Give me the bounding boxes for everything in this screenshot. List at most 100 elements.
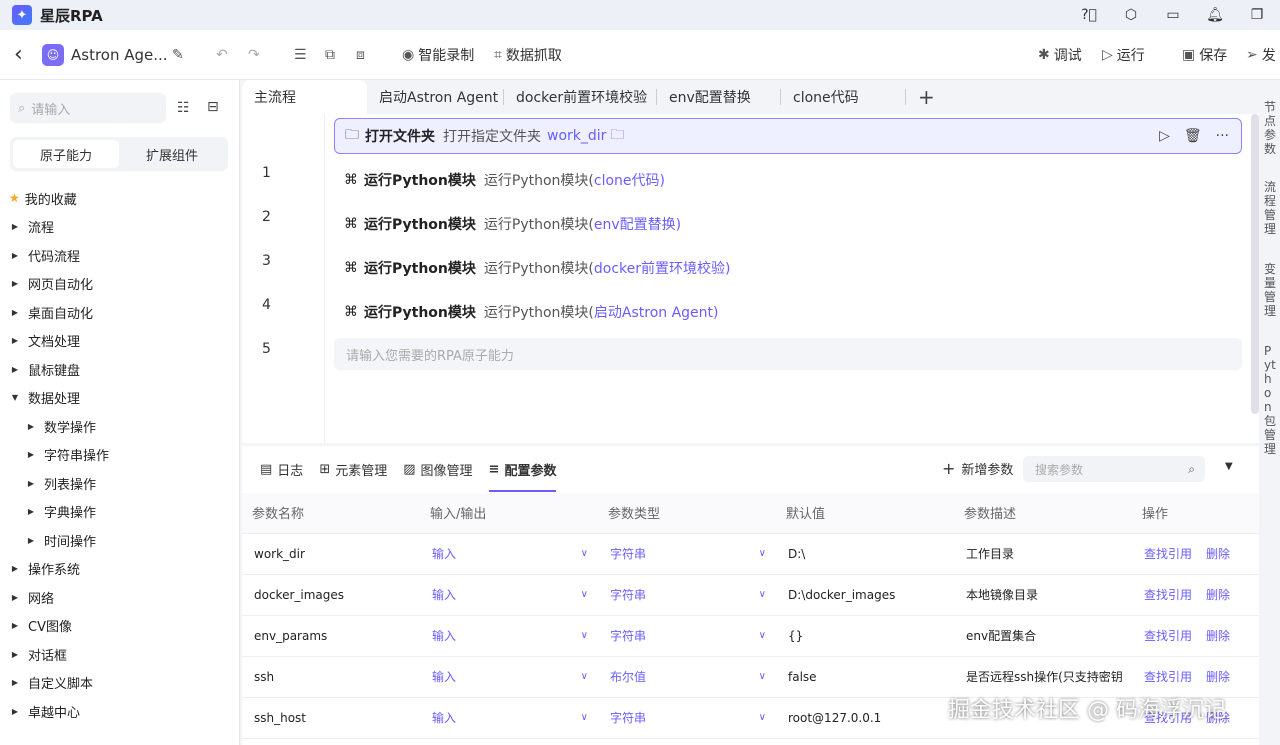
add-tab-button[interactable]: + bbox=[906, 80, 947, 114]
add-param-button[interactable]: + 新增参数 bbox=[942, 459, 1013, 478]
monitor-icon[interactable]: ▭ bbox=[1164, 7, 1182, 23]
run-step-icon[interactable]: ▷ bbox=[1159, 128, 1170, 144]
default-value[interactable]: D:\docker_images bbox=[776, 574, 954, 616]
flow-step[interactable]: ⌘ 运行Python模块 运行Python模块(clone代码) bbox=[334, 162, 1242, 198]
tree-item[interactable]: ▶ 文档处理 bbox=[0, 327, 240, 356]
delete-link[interactable]: 删除 bbox=[1206, 629, 1230, 643]
more-icon[interactable]: ··· bbox=[1216, 128, 1229, 144]
rail-python-packages[interactable]: Python包管理 bbox=[1264, 344, 1278, 456]
collapse-sidebar-icon[interactable]: ⊟ bbox=[207, 99, 219, 115]
find-ref-link[interactable]: 查找引用 bbox=[1144, 588, 1192, 602]
step-param-link[interactable]: docker前置环境校验 bbox=[594, 261, 725, 277]
io-select[interactable]: 输入 ∨ bbox=[420, 574, 598, 616]
param-search-input[interactable]: 搜索参数 ⌕ bbox=[1023, 456, 1205, 482]
type-select[interactable]: 字符串 ∨ bbox=[598, 533, 776, 575]
param-name[interactable]: ssh_host bbox=[242, 697, 420, 739]
step-param-link[interactable]: 启动Astron Agent bbox=[594, 305, 713, 321]
editor-scrollbar[interactable] bbox=[1251, 114, 1259, 414]
debug-button[interactable]: ✱ 调试 bbox=[1038, 45, 1082, 65]
paste-button[interactable]: ⧈ bbox=[356, 47, 365, 63]
tree-item[interactable]: ▶ 网页自动化 bbox=[0, 270, 240, 299]
delete-icon[interactable]: 🗑︎ bbox=[1184, 128, 1202, 144]
io-select[interactable]: 输入 ∨ bbox=[420, 533, 598, 575]
io-select[interactable]: 输入 ∨ bbox=[420, 615, 598, 657]
param-desc[interactable]: env配置集合 bbox=[954, 615, 1132, 657]
tree-item[interactable]: ▶ 对话框 bbox=[0, 640, 240, 669]
undo-button[interactable]: ↶ bbox=[216, 47, 228, 63]
flow-step-open-folder[interactable]: 🗀 打开文件夹 打开指定文件夹 work_dir 🗀 ▷ 🗑︎ ··· bbox=[334, 118, 1242, 154]
tree-item-favorites[interactable]: ★ 我的收藏 bbox=[0, 184, 240, 213]
delete-link[interactable]: 删除 bbox=[1206, 588, 1230, 602]
tree-item[interactable]: ▶ 桌面自动化 bbox=[0, 298, 240, 327]
io-select[interactable]: 输入 ∨ bbox=[420, 656, 598, 698]
restore-icon[interactable]: ❐ bbox=[1248, 7, 1266, 23]
redo-button[interactable]: ↷ bbox=[248, 47, 260, 63]
tab-subflow[interactable]: docker前置环境校验 bbox=[504, 80, 656, 114]
param-name[interactable]: ssh bbox=[242, 656, 420, 698]
tab-subflow[interactable]: 启动Astron Agent bbox=[367, 80, 503, 114]
default-value[interactable]: {} bbox=[776, 615, 954, 657]
tree-subitem[interactable]: ▶ 字典操作 bbox=[0, 498, 240, 527]
run-button[interactable]: ▷ 运行 bbox=[1102, 45, 1145, 65]
rename-button[interactable]: ✎ bbox=[172, 47, 184, 63]
type-select[interactable]: 字符串 ∨ bbox=[598, 574, 776, 616]
chevron-down-icon[interactable]: ▼ bbox=[1225, 461, 1233, 472]
default-value[interactable]: false bbox=[776, 656, 954, 698]
param-name[interactable]: env_params bbox=[242, 615, 420, 657]
param-name[interactable]: work_dir bbox=[242, 533, 420, 575]
add-atom-input[interactable]: 请输入您需要的RPA原子能力 bbox=[334, 338, 1242, 370]
atom-search-input[interactable]: ⌕ 请输入 bbox=[10, 93, 166, 123]
flow-step[interactable]: ⌘ 运行Python模块 运行Python模块(env配置替换) bbox=[334, 206, 1242, 242]
delete-link[interactable]: 删除 bbox=[1206, 547, 1230, 561]
type-select[interactable]: 布尔值 ∨ bbox=[598, 656, 776, 698]
find-ref-link[interactable]: 查找引用 bbox=[1144, 629, 1192, 643]
tree-subitem[interactable]: ▶ 数学操作 bbox=[0, 412, 240, 441]
tab-atoms[interactable]: 原子能力 bbox=[13, 140, 119, 168]
tree-item[interactable]: ▶ 卓越中心 bbox=[0, 697, 240, 726]
default-value[interactable]: D:\ bbox=[776, 533, 954, 575]
delete-link[interactable]: 删除 bbox=[1206, 670, 1230, 684]
smart-record-button[interactable]: ◉ 智能录制 bbox=[402, 45, 474, 65]
filter-icon[interactable]: ☷ bbox=[177, 100, 190, 116]
param-desc[interactable]: 是否远程ssh操作(只支持密钥 bbox=[954, 656, 1132, 698]
tab-subflow[interactable]: env配置替换 bbox=[657, 80, 780, 114]
rail-variable-management[interactable]: 变量管理 bbox=[1264, 262, 1278, 318]
flow-step[interactable]: ⌘ 运行Python模块 运行Python模块(启动Astron Agent) bbox=[334, 294, 1242, 330]
param-name[interactable]: docker_images bbox=[242, 574, 420, 616]
default-value[interactable]: root@127.0.0.1 bbox=[776, 697, 954, 739]
flow-step[interactable]: ⌘ 运行Python模块 运行Python模块(docker前置环境校验) bbox=[334, 250, 1242, 286]
tree-item[interactable]: ▶ CV图像 bbox=[0, 612, 240, 641]
settings-icon[interactable]: ⬡ bbox=[1122, 7, 1140, 23]
step-param-link[interactable]: clone代码 bbox=[594, 173, 660, 189]
data-capture-button[interactable]: ⌗ 数据抓取 bbox=[494, 45, 562, 65]
tree-subitem[interactable]: ▶ 字符串操作 bbox=[0, 441, 240, 470]
tab-log[interactable]: ▤ 日志 bbox=[260, 446, 303, 492]
back-button[interactable]: ‹ bbox=[14, 42, 23, 67]
save-button[interactable]: ▣ 保存 bbox=[1182, 45, 1227, 65]
tab-main-flow[interactable]: 主流程 bbox=[242, 80, 367, 114]
type-select[interactable]: 字符串 ∨ bbox=[598, 615, 776, 657]
tree-item[interactable]: ▶ 网络 bbox=[0, 583, 240, 612]
rail-flow-management[interactable]: 流程管理 bbox=[1264, 180, 1278, 236]
tree-item[interactable]: ▶ 流程 bbox=[0, 213, 240, 242]
tree-item[interactable]: ▶ 鼠标键盘 bbox=[0, 355, 240, 384]
tab-images[interactable]: ▨ 图像管理 bbox=[403, 446, 472, 492]
tab-config-params[interactable]: ≡ 配置参数 bbox=[488, 446, 556, 492]
copy-button[interactable]: ⧉ bbox=[325, 47, 335, 63]
tree-subitem[interactable]: ▶ 列表操作 bbox=[0, 469, 240, 498]
tree-item[interactable]: ▶ 代码流程 bbox=[0, 241, 240, 270]
publish-button[interactable]: ➢ 发 bbox=[1246, 45, 1276, 65]
tree-item[interactable]: ▶ 自定义脚本 bbox=[0, 669, 240, 698]
tab-elements[interactable]: ⊞ 元素管理 bbox=[319, 446, 387, 492]
help-icon[interactable]: ?⃝ bbox=[1080, 7, 1098, 23]
bell-icon[interactable]: 🔔︎ bbox=[1206, 7, 1224, 23]
find-ref-link[interactable]: 查找引用 bbox=[1144, 547, 1192, 561]
tree-subitem[interactable]: ▶ 时间操作 bbox=[0, 526, 240, 555]
tree-item[interactable]: ▶ 操作系统 bbox=[0, 555, 240, 584]
param-desc[interactable]: 工作目录 bbox=[954, 533, 1132, 575]
step-param-link[interactable]: work_dir bbox=[547, 128, 606, 144]
tab-extensions[interactable]: 扩展组件 bbox=[119, 140, 225, 168]
param-desc[interactable]: 本地镜像目录 bbox=[954, 574, 1132, 616]
tree-item-expanded[interactable]: ▼ 数据处理 bbox=[0, 384, 240, 413]
io-select[interactable]: 输入 ∨ bbox=[420, 697, 598, 739]
